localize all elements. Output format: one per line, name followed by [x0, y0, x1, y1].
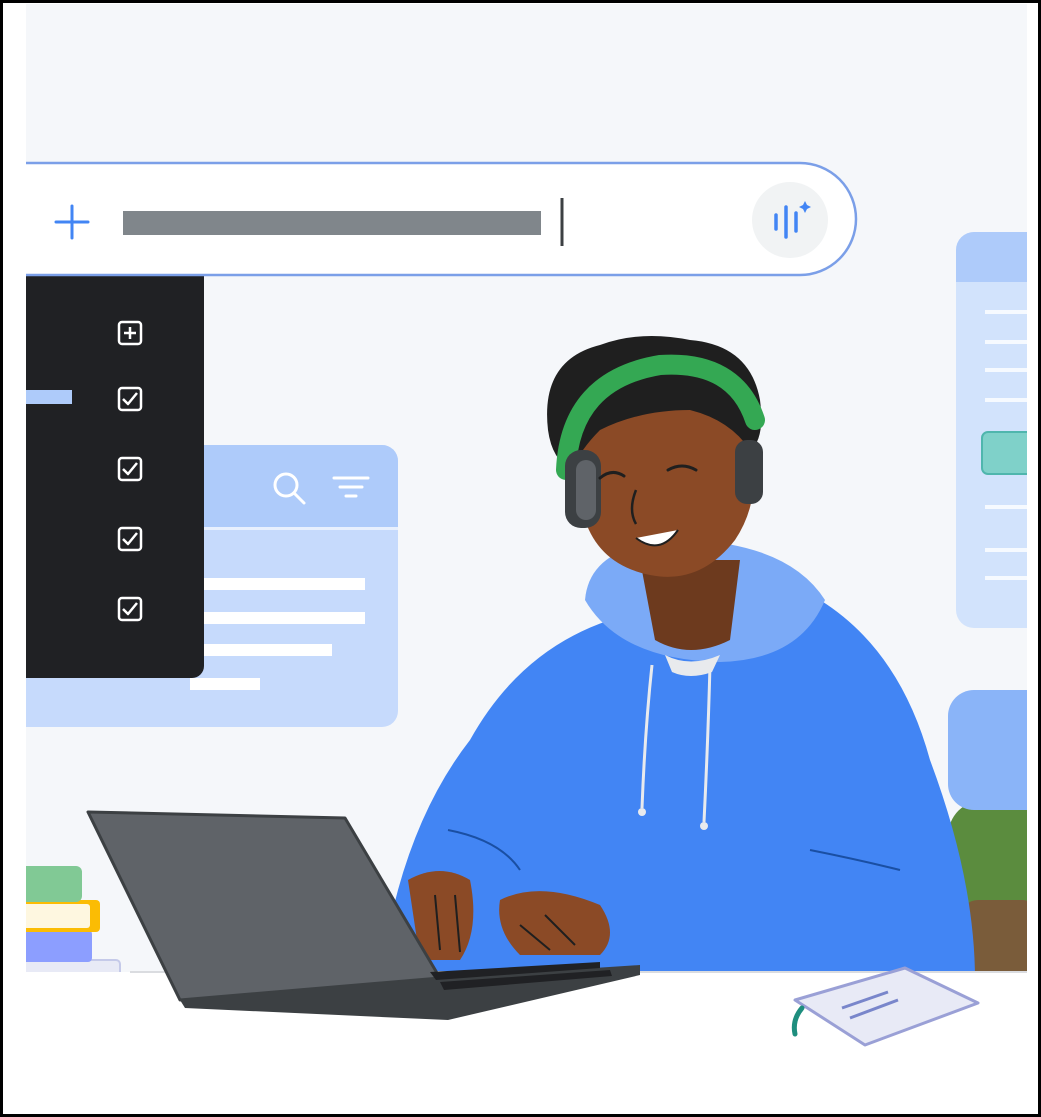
task-panel [26, 250, 204, 678]
illustration-frame [0, 0, 1041, 1117]
illustration-scene [0, 0, 1041, 1117]
prompt-bar[interactable] [0, 161, 858, 277]
voice-sparkle-icon[interactable] [752, 182, 828, 258]
selection-bar [26, 390, 72, 404]
gray-text-redaction-bar [123, 211, 541, 235]
